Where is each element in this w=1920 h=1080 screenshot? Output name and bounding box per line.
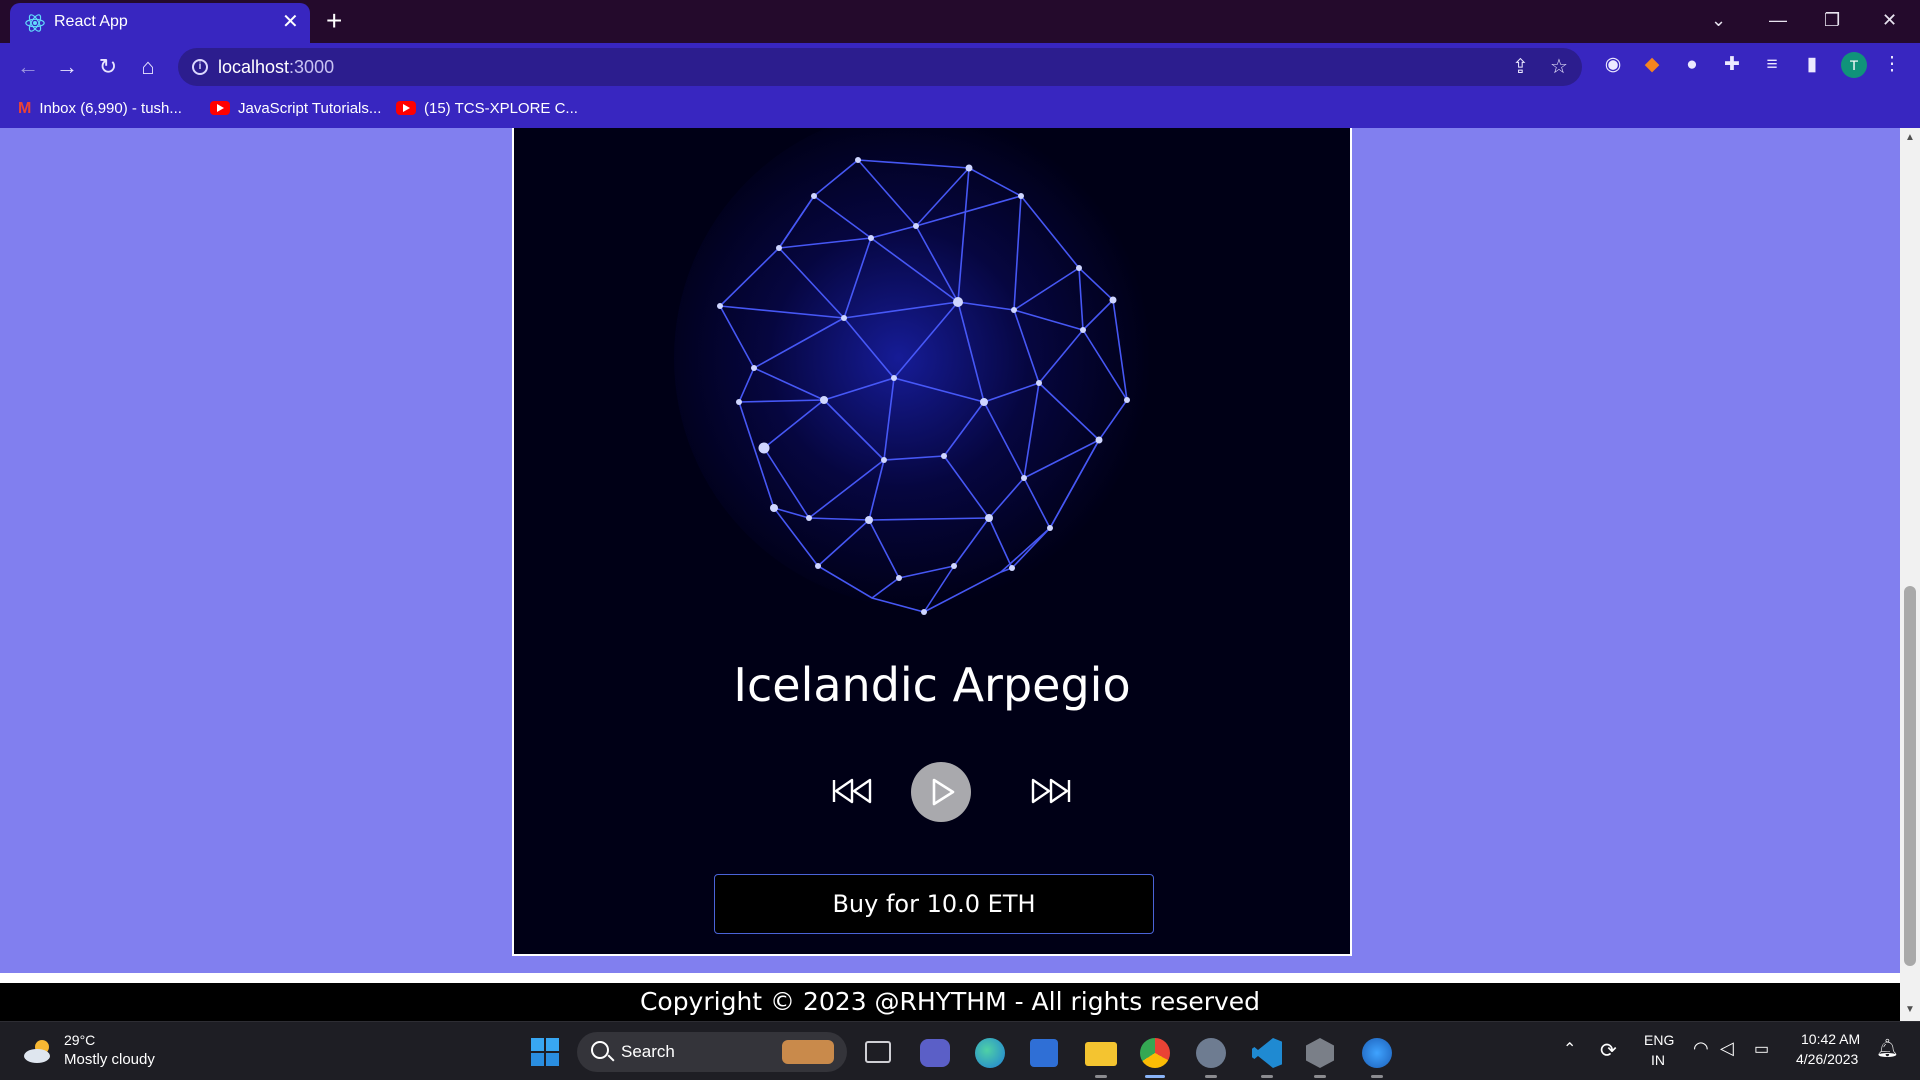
side-panel-icon[interactable]: ▮ [1801,54,1823,76]
page-viewport: Icelandic Arpegio Buy for 10.0 ETH Copyr… [0,128,1900,1021]
youtube-icon [396,101,416,115]
volume-icon[interactable]: ◁ [1720,1038,1734,1059]
scroll-down-icon[interactable]: ▼ [1900,1004,1920,1015]
page-footer: Copyright © 2023 @RHYTHM - All rights re… [0,973,1900,1021]
unity-hub-icon[interactable] [1306,1038,1334,1068]
search-highlight-icon [782,1040,834,1064]
battery-icon[interactable]: ▭ [1754,1039,1769,1059]
minimize-icon[interactable]: — [1769,6,1787,34]
microsoft-store-icon[interactable] [1030,1039,1058,1067]
bookmark-star-icon[interactable]: ☆ [1550,57,1568,77]
back-icon[interactable]: ← [14,53,42,81]
extension-circle-icon[interactable]: ◉ [1602,54,1624,76]
settings-running-indicator [1205,1075,1217,1078]
wifi-icon[interactable]: ◠ [1693,1038,1709,1059]
vscode-icon[interactable] [1252,1038,1282,1068]
file-explorer-icon[interactable] [1085,1042,1117,1066]
remote-app-running-indicator [1371,1075,1383,1078]
tab-title: React App [54,13,128,30]
new-tab-icon[interactable]: + [326,7,342,35]
sync-icon[interactable]: ⟳ [1600,1038,1617,1063]
bookmark-label: (15) TCS-XPLORE C... [424,100,578,117]
bookmark-label: Inbox (6,990) - tush... [39,100,182,117]
bookmark-tcs-xplore[interactable]: (15) TCS-XPLORE C... [396,98,578,120]
language-bottom[interactable]: IN [1651,1052,1665,1068]
page-scrollbar[interactable]: ▲ ▼ [1900,128,1920,1021]
url-text[interactable]: localhost:3000 [218,57,334,78]
settings-gear-icon[interactable] [1196,1038,1226,1068]
taskbar-search[interactable]: Search [577,1032,847,1072]
url-host: localhost [218,57,290,77]
close-window-icon[interactable]: ✕ [1882,6,1897,34]
address-bar[interactable]: i localhost:3000 ⇪ ☆ [178,48,1582,86]
windows-start-icon[interactable] [529,1036,561,1068]
previous-track-icon[interactable] [822,760,882,820]
navigation-bar: ← → ↻ ⌂ i localhost:3000 ⇪ ☆ [0,43,1920,91]
chat-extension-icon[interactable]: ● [1681,54,1703,76]
url-port: :3000 [289,57,335,77]
notifications-bell-icon[interactable]: 🔔︎ [1876,1038,1899,1059]
clock-time[interactable]: 10:42 AM [1801,1031,1860,1047]
tab-react-app[interactable]: React App ✕ [10,3,310,43]
chrome-icon[interactable] [1140,1038,1170,1068]
cloudy-weather-icon [24,1040,50,1063]
language-top[interactable]: ENG [1644,1032,1674,1048]
song-title: Icelandic Arpegio [733,658,1131,712]
restore-icon[interactable]: ❐ [1824,6,1840,34]
bookmark-label: JavaScript Tutorials... [238,100,382,117]
forward-icon[interactable]: → [53,53,81,81]
chrome-active-indicator [1145,1075,1165,1078]
metamask-fox-icon[interactable]: ◆ [1641,54,1663,76]
weather-desc: Mostly cloudy [64,1051,155,1068]
vscode-running-indicator [1261,1075,1273,1078]
search-label: Search [621,1042,675,1061]
play-icon [932,778,955,806]
reload-icon[interactable]: ↻ [94,53,122,81]
bookmarks-bar: M Inbox (6,990) - tush... JavaScript Tuto… [0,91,1920,128]
search-icon [591,1041,609,1059]
edge-browser-icon[interactable] [975,1038,1005,1068]
unity-running-indicator [1314,1075,1326,1078]
extensions-puzzle-icon[interactable]: ✚ [1721,54,1743,76]
react-icon [25,14,45,32]
remote-app-icon[interactable] [1362,1038,1392,1068]
cover-art-network-sphere [717,157,1130,615]
next-track-icon[interactable] [1021,760,1081,820]
site-info-icon[interactable]: i [192,59,208,75]
buy-button[interactable]: Buy for 10.0 ETH [714,874,1154,934]
share-icon[interactable]: ⇪ [1512,57,1529,77]
scroll-up-icon[interactable]: ▲ [1900,132,1920,143]
scrollbar-thumb[interactable] [1904,586,1916,966]
show-hidden-icons-chevron-icon[interactable]: ⌃ [1563,1039,1576,1059]
weather-temp: 29°C [64,1032,96,1048]
tab-strip: React App ✕ + ⌄ — ❐ ✕ [0,0,1920,43]
home-icon[interactable]: ⌂ [134,53,162,81]
media-queue-icon[interactable]: ≡ [1761,54,1783,76]
gmail-icon: M [18,100,32,117]
tab-search-chevron-icon[interactable]: ⌄ [1711,6,1726,34]
music-player-card: Icelandic Arpegio Buy for 10.0 ETH [512,128,1352,956]
tab-close-icon[interactable]: ✕ [282,11,299,33]
play-button[interactable] [911,762,971,822]
windows-taskbar: 29°C Mostly cloudy Search ⌃ ⟳ ENG IN ◠ ◁… [0,1021,1920,1080]
clock-date[interactable]: 4/26/2023 [1796,1051,1858,1067]
teams-chat-icon[interactable] [920,1039,950,1067]
copyright-text: Copyright © 2023 @RHYTHM - All rights re… [639,987,1261,1016]
youtube-icon [210,101,230,115]
bookmark-gmail[interactable]: M Inbox (6,990) - tush... [18,98,182,120]
bookmark-javascript-tutorials[interactable]: JavaScript Tutorials... [210,98,381,120]
file-explorer-running-indicator [1095,1075,1107,1078]
task-view-icon[interactable] [865,1041,891,1063]
menu-dots-icon[interactable]: ⋮ [1881,54,1903,76]
profile-avatar[interactable]: T [1841,52,1867,78]
